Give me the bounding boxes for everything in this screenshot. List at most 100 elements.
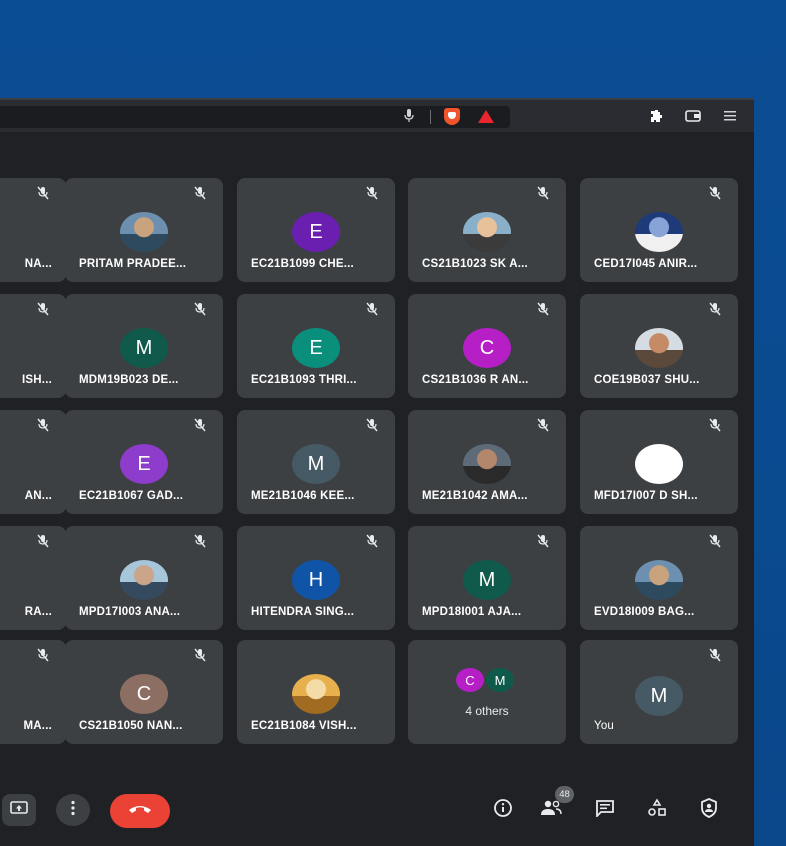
avatar bbox=[635, 444, 683, 484]
activities-button[interactable] bbox=[644, 797, 670, 823]
avatar: M bbox=[635, 676, 683, 716]
participant-tile[interactable]: CS21B1023 SK A... bbox=[408, 178, 566, 282]
mic-off-icon bbox=[193, 534, 207, 548]
self-tile[interactable]: M You bbox=[580, 640, 738, 744]
mic-off-icon bbox=[193, 186, 207, 200]
mic-off-icon bbox=[708, 418, 722, 432]
mic-off-icon bbox=[365, 534, 379, 548]
avatar bbox=[635, 560, 683, 600]
mic-off-icon bbox=[365, 302, 379, 316]
mic-off-icon bbox=[708, 302, 722, 316]
activities-icon bbox=[647, 797, 667, 823]
mic-off-icon bbox=[193, 648, 207, 662]
avatar: C bbox=[463, 328, 511, 368]
avatar bbox=[120, 560, 168, 600]
participant-tile[interactable]: MFD17I007 D SH... bbox=[580, 410, 738, 514]
participant-name: MFD17I007 D SH... bbox=[594, 490, 698, 502]
participant-tile[interactable]: C CS21B1050 NAN... bbox=[65, 640, 223, 744]
menu-icon[interactable] bbox=[722, 107, 738, 125]
avatar: M bbox=[486, 668, 514, 692]
mic-off-icon bbox=[536, 302, 550, 316]
brave-shield-icon[interactable] bbox=[444, 108, 460, 125]
participant-name: NA... bbox=[24, 258, 52, 270]
participant-tile[interactable]: ISH... bbox=[0, 294, 66, 398]
participant-tile[interactable]: MPD17I003 ANA... bbox=[65, 526, 223, 630]
present-screen-icon bbox=[10, 800, 28, 821]
mic-off-icon bbox=[36, 186, 50, 200]
participant-tile[interactable]: EC21B1084 VISH... bbox=[237, 640, 395, 744]
participant-tile[interactable]: H HITENDRA SING... bbox=[237, 526, 395, 630]
participant-tile[interactable]: M ME21B1046 KEE... bbox=[237, 410, 395, 514]
avatar: M bbox=[463, 560, 511, 600]
more-options-icon bbox=[70, 800, 76, 821]
participant-tile[interactable]: EVD18I009 BAG... bbox=[580, 526, 738, 630]
participant-name: AN... bbox=[24, 490, 52, 502]
participant-name: ME21B1046 KEE... bbox=[251, 490, 355, 502]
participant-name: CS21B1036 R AN... bbox=[422, 374, 529, 386]
avatar bbox=[635, 328, 683, 368]
mic-off-icon bbox=[365, 418, 379, 432]
participant-name: MPD18I001 AJA... bbox=[422, 606, 522, 618]
participant-count-badge: 48 bbox=[555, 786, 574, 803]
participant-name: CS21B1050 NAN... bbox=[79, 720, 183, 732]
microphone-icon[interactable] bbox=[402, 107, 416, 125]
participant-tile[interactable]: ME21B1042 AMA... bbox=[408, 410, 566, 514]
others-tile[interactable]: CM 4 others bbox=[408, 640, 566, 744]
avatar bbox=[463, 212, 511, 252]
participant-name: CED17I045 ANIR... bbox=[594, 258, 698, 270]
participant-name: MA... bbox=[23, 720, 52, 732]
wallet-icon[interactable] bbox=[684, 107, 702, 125]
mic-off-icon bbox=[536, 534, 550, 548]
participant-tile[interactable]: PRITAM PRADEE... bbox=[65, 178, 223, 282]
host-controls-icon bbox=[699, 797, 719, 823]
mic-off-icon bbox=[708, 186, 722, 200]
avatar: M bbox=[120, 328, 168, 368]
chat-button[interactable] bbox=[592, 797, 618, 823]
participant-tile[interactable]: M MDM19B023 DE... bbox=[65, 294, 223, 398]
mic-off-icon bbox=[193, 418, 207, 432]
participant-tile[interactable]: COE19B037 SHU... bbox=[580, 294, 738, 398]
mic-off-icon bbox=[365, 186, 379, 200]
participant-name: RA... bbox=[24, 606, 52, 618]
participant-tile[interactable]: C CS21B1036 R AN... bbox=[408, 294, 566, 398]
toolbar-separator bbox=[430, 110, 431, 124]
participant-name: HITENDRA SING... bbox=[251, 606, 355, 618]
participant-name: CS21B1023 SK A... bbox=[422, 258, 528, 270]
participant-name: EC21B1067 GAD... bbox=[79, 490, 184, 502]
mic-off-icon bbox=[36, 648, 50, 662]
participant-tile[interactable]: E EC21B1099 CHE... bbox=[237, 178, 395, 282]
address-bar[interactable] bbox=[0, 106, 510, 128]
brave-rewards-icon[interactable] bbox=[478, 110, 494, 123]
extensions-icon[interactable] bbox=[648, 107, 666, 125]
participant-tile[interactable]: AN... bbox=[0, 410, 66, 514]
chat-icon bbox=[595, 799, 615, 822]
participant-tile[interactable]: NA... bbox=[0, 178, 66, 282]
meeting-details-button[interactable] bbox=[490, 797, 516, 823]
avatar bbox=[120, 212, 168, 252]
others-label: 4 others bbox=[465, 704, 509, 718]
more-options-button[interactable] bbox=[56, 794, 90, 826]
avatar: H bbox=[292, 560, 340, 600]
participant-tile[interactable]: RA... bbox=[0, 526, 66, 630]
leave-call-button[interactable] bbox=[110, 794, 170, 828]
participant-tile[interactable]: E EC21B1093 THRI... bbox=[237, 294, 395, 398]
participant-tile[interactable]: E EC21B1067 GAD... bbox=[65, 410, 223, 514]
participant-tile[interactable]: M MPD18I001 AJA... bbox=[408, 526, 566, 630]
participant-name: EC21B1099 CHE... bbox=[251, 258, 354, 270]
mic-off-icon bbox=[193, 302, 207, 316]
participant-tile[interactable]: CED17I045 ANIR... bbox=[580, 178, 738, 282]
participant-name: ME21B1042 AMA... bbox=[422, 490, 528, 502]
participant-name: EC21B1093 THRI... bbox=[251, 374, 357, 386]
avatar: E bbox=[292, 212, 340, 252]
browser-window: 48 NA... PRITAM PRADEE... E EC21B1099 CHE..… bbox=[0, 98, 754, 846]
browser-toolbar bbox=[0, 98, 754, 132]
participant-name: COE19B037 SHU... bbox=[594, 374, 700, 386]
avatar: C bbox=[120, 674, 168, 714]
participant-tile[interactable]: MA... bbox=[0, 640, 66, 744]
host-controls-button[interactable] bbox=[696, 797, 722, 823]
participant-name: ISH... bbox=[22, 374, 52, 386]
mic-off-icon bbox=[708, 648, 722, 662]
present-screen-button[interactable] bbox=[2, 794, 36, 826]
mic-off-icon bbox=[708, 534, 722, 548]
avatar: E bbox=[120, 444, 168, 484]
